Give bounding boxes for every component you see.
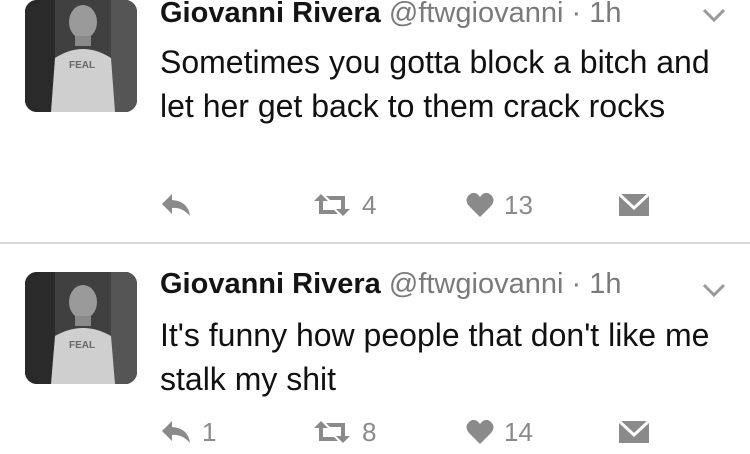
reply-count: 1 xyxy=(202,416,217,447)
tweet[interactable]: FEAL Giovanni Rivera @ftwgiovanni · 1h I… xyxy=(0,242,750,454)
chevron-down-icon[interactable] xyxy=(700,5,728,25)
chevron-down-icon[interactable] xyxy=(700,280,728,300)
tweet[interactable]: FEAL Giovanni Rivera @ftwgiovanni · 1h S… xyxy=(0,0,750,242)
retweet-icon xyxy=(314,421,350,443)
retweet-count: 8 xyxy=(362,416,377,447)
like-button[interactable]: 13 xyxy=(466,185,533,225)
direct-message-icon xyxy=(618,420,650,443)
heart-icon xyxy=(466,419,494,444)
like-count: 13 xyxy=(504,189,533,220)
author-name[interactable]: Giovanni Rivera xyxy=(160,268,381,300)
retweet-icon xyxy=(314,194,350,216)
author-handle[interactable]: @ftwgiovanni xyxy=(389,268,564,300)
direct-message-button[interactable] xyxy=(618,185,650,225)
retweet-button[interactable]: 8 xyxy=(312,412,376,452)
like-count: 14 xyxy=(504,416,533,447)
tweet-header: Giovanni Rivera @ftwgiovanni · 1h xyxy=(160,266,621,302)
tweet-text: It's funny how people that don't like me… xyxy=(160,317,710,397)
retweet-count: 4 xyxy=(362,189,377,220)
tweet-actions: 1 8 14 xyxy=(0,412,750,452)
timestamp[interactable]: 1h xyxy=(589,268,621,300)
author-name[interactable]: Giovanni Rivera xyxy=(160,0,381,29)
avatar[interactable]: FEAL xyxy=(25,0,137,112)
direct-message-icon xyxy=(618,193,650,216)
retweet-button[interactable]: 4 xyxy=(312,185,376,225)
reply-icon xyxy=(162,421,190,443)
reply-icon xyxy=(162,194,190,216)
tweet-text: Sometimes you gotta block a bitch and le… xyxy=(160,44,710,124)
author-handle[interactable]: @ftwgiovanni xyxy=(389,0,564,29)
timestamp[interactable]: 1h xyxy=(589,0,621,29)
reply-button[interactable] xyxy=(160,185,202,225)
tweet-actions: 4 13 xyxy=(0,185,750,225)
separator-dot: · xyxy=(571,0,582,29)
direct-message-button[interactable] xyxy=(618,412,650,452)
separator-dot: · xyxy=(571,268,582,300)
svg-text:FEAL: FEAL xyxy=(69,60,95,71)
tweet-header: Giovanni Rivera @ftwgiovanni · 1h xyxy=(160,0,621,31)
like-button[interactable]: 14 xyxy=(466,412,533,452)
svg-text:FEAL: FEAL xyxy=(69,340,95,351)
heart-icon xyxy=(466,192,494,217)
avatar[interactable]: FEAL xyxy=(25,272,137,384)
reply-button[interactable]: 1 xyxy=(160,412,216,452)
